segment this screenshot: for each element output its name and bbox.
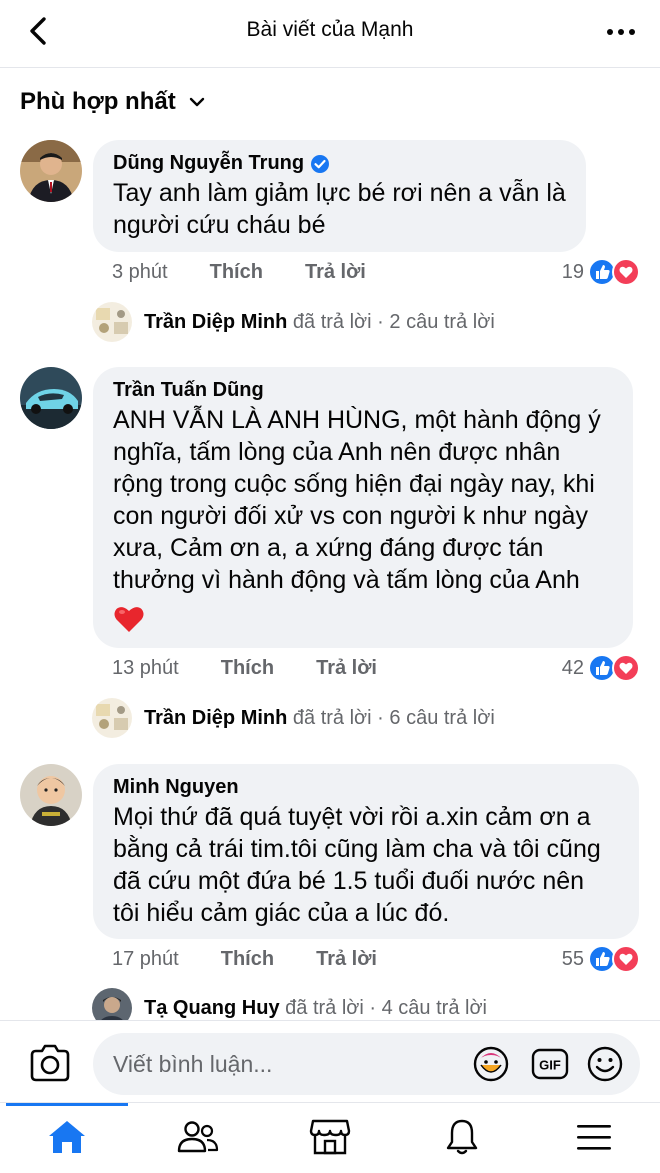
comment-actions: 17 phút Thích Trả lời	[112, 948, 419, 971]
reaction-count: 55	[561, 947, 584, 970]
like-button[interactable]: Thích	[221, 948, 274, 971]
reply-action: đã trả lời	[292, 310, 372, 333]
active-tab-indicator	[6, 1103, 128, 1106]
reaction-summary[interactable]: 42	[562, 654, 640, 682]
reply-action: đã trả lời	[285, 996, 364, 1019]
reply-avatar	[92, 302, 132, 342]
comment-text: ANH VẪN LÀ ANH HÙNG, một hành động ý ngh…	[113, 404, 613, 596]
sort-dropdown[interactable]: Phù hợp nhất	[20, 88, 206, 116]
sort-label: Phù hợp nhất	[20, 88, 176, 115]
reply-action: đã trả lời	[292, 706, 372, 729]
like-button[interactable]: Thích	[210, 261, 263, 284]
reply-author: Trần Diệp Minh	[144, 706, 288, 729]
comment-line: rộng trong cuộc sống hiện đại ngày nay, …	[113, 470, 595, 498]
comment-line: xưa, Cảm ơn a, a xứng đáng được tán	[113, 534, 544, 562]
bottom-nav	[0, 1102, 660, 1173]
comment-time: 13 phút	[112, 657, 179, 679]
comment-line: nghĩa, tấm lòng của Anh nên được nhân	[113, 438, 561, 466]
comment-line: thưởng vì hành động và tấm lòng của Anh	[113, 566, 580, 594]
comment-author[interactable]: Trần Tuấn Dũng	[113, 379, 613, 402]
bell-icon[interactable]	[440, 1117, 484, 1157]
top-bar: Bài viết của Mạnh	[0, 0, 660, 68]
comment-author[interactable]: Dũng Nguyễn Trung	[113, 152, 566, 175]
comment-input[interactable]: Viết bình luận... GIF	[93, 1033, 640, 1095]
comment-line: đã cứu một đứa bé 1.5 tuổi đuối nước nên	[113, 867, 585, 895]
comment-actions: 3 phút Thích Trả lời	[112, 261, 408, 284]
reply-button[interactable]: Trả lời	[316, 657, 377, 680]
reply-summary[interactable]: Trần Diệp Minh đã trả lời · 6 câu trả lờ…	[144, 707, 495, 730]
comment-bubble[interactable]: Trần Tuấn Dũng ANH VẪN LÀ ANH HÙNG, một …	[93, 367, 633, 648]
comment-time: 17 phút	[112, 948, 179, 970]
friends-icon[interactable]	[176, 1117, 220, 1157]
comment-bubble[interactable]: Minh Nguyen Mọi thứ đã quá tuyệt vời rồi…	[93, 764, 639, 939]
comment-line: người cứu cháu bé	[113, 211, 326, 239]
comment-bubble[interactable]: Dũng Nguyễn Trung Tay anh làm giảm lực b…	[93, 140, 586, 252]
comment-line: tôi hiểu cảm giác của a lúc đó.	[113, 899, 450, 927]
heart-emoji	[114, 607, 144, 632]
comment-line: bằng cả trái tim.tôi cũng làm cha và tôi…	[113, 835, 601, 863]
avatar[interactable]	[20, 764, 82, 826]
reply-button[interactable]: Trả lời	[316, 948, 377, 971]
comment-line: ANH VẪN LÀ ANH HÙNG, một hành động ý	[113, 406, 601, 434]
author-name[interactable]: Dũng Nguyễn Trung	[113, 152, 304, 175]
love-icon	[612, 258, 640, 286]
reaction-count: 19	[561, 260, 584, 283]
reaction-count: 42	[561, 656, 584, 679]
reply-count: · 2 câu trả lời	[377, 310, 495, 333]
reply-count: · 4 câu trả lời	[369, 996, 488, 1019]
reply-author: Trần Diệp Minh	[144, 310, 288, 333]
comment-line: Tay anh làm giảm lực bé rơi nên a vẫn là	[113, 179, 566, 207]
comment-time: 3 phút	[112, 261, 168, 283]
comment-placeholder: Viết bình luận...	[113, 1051, 273, 1077]
view-replies-row[interactable]: Trần Diệp Minh đã trả lời · 2 câu trả lờ…	[92, 302, 495, 342]
verified-icon	[311, 154, 330, 173]
chevron-down-icon	[189, 97, 204, 107]
comment-line: con người đối xử vs con người k như ngày	[113, 502, 588, 530]
reply-summary[interactable]: Trần Diệp Minh đã trả lời · 2 câu trả lờ…	[144, 311, 495, 334]
reaction-summary[interactable]: 55	[562, 945, 640, 973]
reply-count: · 6 câu trả lời	[377, 706, 495, 729]
home-icon[interactable]	[45, 1117, 89, 1157]
reply-avatar	[92, 698, 132, 738]
view-replies-row[interactable]: Trần Diệp Minh đã trả lời · 6 câu trả lờ…	[92, 698, 495, 738]
comment-text: Tay anh làm giảm lực bé rơi nên a vẫn là…	[113, 177, 566, 241]
like-button[interactable]: Thích	[221, 657, 274, 680]
comment-actions: 13 phút Thích Trả lời	[112, 657, 419, 680]
comment-composer: Viết bình luận... GIF	[0, 1020, 660, 1102]
reply-button[interactable]: Trả lời	[305, 261, 366, 284]
author-name[interactable]: Trần Tuấn Dũng	[113, 379, 264, 402]
emoji-icon[interactable]	[586, 1045, 624, 1083]
love-icon	[612, 654, 640, 682]
reaction-summary[interactable]: 19	[562, 258, 640, 286]
more-icon[interactable]	[604, 18, 638, 46]
reply-author: Tạ Quang Huy	[144, 996, 280, 1019]
reply-summary[interactable]: Tạ Quang Huy đã trả lời · 4 câu trả lời	[144, 997, 487, 1020]
marketplace-icon[interactable]	[308, 1117, 352, 1157]
avatar-sticker-icon[interactable]	[472, 1045, 510, 1083]
love-icon	[612, 945, 640, 973]
author-name[interactable]: Minh Nguyen	[113, 776, 239, 799]
menu-icon[interactable]	[572, 1117, 616, 1157]
avatar[interactable]	[20, 140, 82, 202]
page-title: Bài viết của Mạnh	[246, 18, 414, 41]
comment-author[interactable]: Minh Nguyen	[113, 776, 619, 799]
gif-icon[interactable]: GIF	[530, 1045, 570, 1083]
comment-text: Mọi thứ đã quá tuyệt vời rồi a.xin cảm ơ…	[113, 801, 619, 929]
comment-line: Mọi thứ đã quá tuyệt vời rồi a.xin cảm ơ…	[113, 803, 591, 831]
camera-icon[interactable]	[28, 1043, 72, 1083]
avatar[interactable]	[20, 367, 82, 429]
svg-text:GIF: GIF	[539, 1058, 561, 1073]
